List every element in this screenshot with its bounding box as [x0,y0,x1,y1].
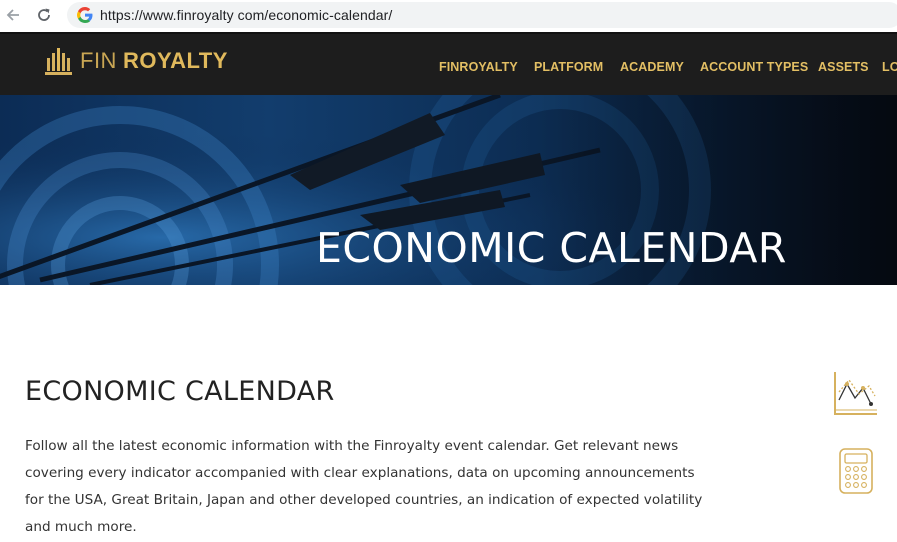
nav-item-assets[interactable]: ASSETS [818,60,869,74]
hero-banner: ECONOMIC CALENDAR [0,95,897,285]
google-g-icon [77,7,93,23]
arrow-left-icon [6,9,19,21]
nav-item-login[interactable]: LO [882,60,897,74]
reload-icon [38,8,50,21]
nav-item-academy[interactable]: ACADEMY [620,60,684,74]
reload-button[interactable] [33,4,55,26]
hero-title: ECONOMIC CALENDAR [316,224,787,272]
browser-toolbar: https://www.finroyalty com/economic-cale… [0,0,897,32]
chart-icon[interactable] [831,370,879,418]
nav-item-account-types[interactable]: ACCOUNT TYPES [700,60,808,74]
intro-paragraph: Follow all the latest economic informati… [25,438,703,535]
nav-item-platform[interactable]: PLATFORM [534,60,603,74]
nav-item-finroyalty[interactable]: FINROYALTY [439,60,518,74]
address-bar[interactable]: https://www.finroyalty com/economic-cale… [67,2,897,28]
main-nav: FINROYALTY PLATFORM ACADEMY ACCOUNT TYPE… [0,60,897,80]
page-title: ECONOMIC CALENDAR [25,376,335,407]
site-header: FIN ROYALTY FINROYALTY PLATFORM ACADEMY A… [0,32,897,95]
calculator-icon[interactable] [838,447,874,495]
url-text: https://www.finroyalty com/economic-cale… [100,7,393,23]
back-button[interactable] [2,4,24,26]
